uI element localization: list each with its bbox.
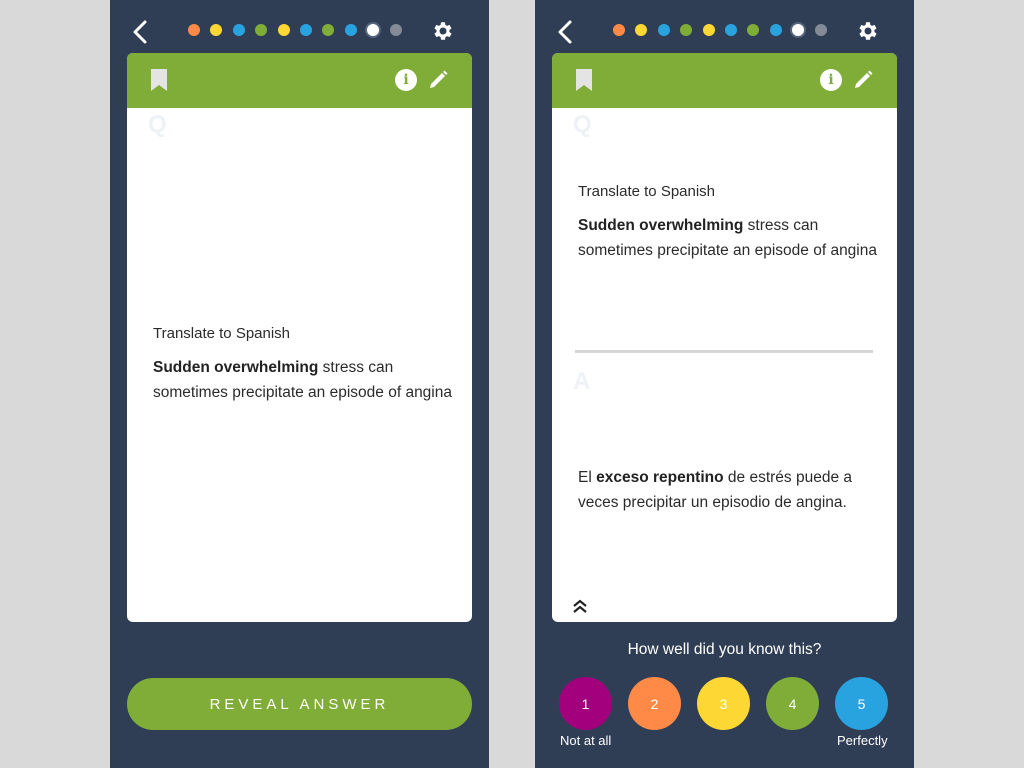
progress-dot-7[interactable]	[747, 24, 760, 36]
top-bar	[110, 0, 489, 56]
settings-button[interactable]	[856, 19, 880, 43]
top-bar	[535, 0, 914, 56]
progress-dot-4[interactable]	[680, 24, 693, 36]
settings-button[interactable]	[431, 19, 455, 43]
rating-button-2[interactable]: 2	[628, 677, 681, 730]
prompt-bold: Sudden overwhelming	[578, 217, 744, 234]
double-chevron-up-icon[interactable]	[571, 598, 589, 614]
card-header: i	[552, 53, 897, 108]
flashcard: i Q Translate to Spanish Sudden overwhel…	[552, 53, 897, 622]
reveal-answer-button[interactable]: REVEAL ANSWER	[127, 678, 472, 730]
progress-dot-8[interactable]	[769, 24, 782, 36]
bookmark-icon[interactable]	[151, 69, 167, 91]
progress-dot-6[interactable]	[299, 24, 312, 36]
progress-dots	[188, 24, 412, 36]
info-icon: i	[828, 72, 834, 88]
progress-dot-2[interactable]	[210, 24, 223, 36]
rating-question: How well did you know this?	[627, 641, 822, 658]
answer-text: El exceso repentino de estrés puede a ve…	[578, 465, 878, 515]
progress-dot-9[interactable]	[792, 24, 805, 36]
progress-dot-4[interactable]	[255, 24, 268, 36]
pencil-icon[interactable]	[853, 70, 873, 90]
prompt-text: Sudden overwhelming stress can sometimes…	[153, 355, 453, 405]
rating-button-5[interactable]: 5	[835, 677, 888, 730]
question-marker: Q	[148, 111, 167, 138]
question-marker: Q	[573, 111, 592, 138]
chevron-left-icon	[133, 20, 147, 44]
progress-dot-2[interactable]	[635, 24, 648, 36]
rating-max-caption: Perfectly	[837, 733, 888, 748]
progress-dot-7[interactable]	[322, 24, 335, 36]
progress-dot-8[interactable]	[344, 24, 357, 36]
progress-dot-10[interactable]	[814, 24, 827, 36]
card-header: i	[127, 53, 472, 108]
progress-dot-9[interactable]	[367, 24, 380, 36]
progress-dot-5[interactable]	[277, 24, 290, 36]
back-button[interactable]	[555, 19, 577, 45]
rating-button-1[interactable]: 1	[559, 677, 612, 730]
prompt-text: Sudden overwhelming stress can sometimes…	[578, 213, 878, 263]
progress-dot-6[interactable]	[724, 24, 737, 36]
prompt-label: Translate to Spanish	[578, 183, 716, 200]
answer-marker: A	[573, 368, 591, 395]
progress-dot-1[interactable]	[613, 24, 625, 36]
progress-dot-5[interactable]	[702, 24, 715, 36]
qa-divider	[575, 350, 873, 353]
rating-button-3[interactable]: 3	[697, 677, 750, 730]
progress-dot-3[interactable]	[232, 24, 245, 36]
answer-prefix: El	[578, 469, 597, 486]
prompt-bold: Sudden overwhelming	[153, 359, 319, 376]
bookmark-icon[interactable]	[576, 69, 592, 91]
back-button[interactable]	[130, 19, 152, 45]
question-screen: i Q Translate to Spanish Sudden overwhel…	[110, 0, 489, 768]
rating-buttons: 1 2 3 4 5	[559, 677, 889, 730]
info-icon: i	[403, 72, 409, 88]
gear-icon	[434, 22, 452, 40]
gear-icon	[859, 22, 877, 40]
prompt-label: Translate to Spanish	[153, 325, 291, 342]
pencil-icon[interactable]	[428, 70, 448, 90]
info-button[interactable]: i	[820, 69, 842, 91]
progress-dot-3[interactable]	[657, 24, 670, 36]
answer-screen: i Q Translate to Spanish Sudden overwhel…	[535, 0, 914, 768]
chevron-left-icon	[558, 20, 572, 44]
rating-min-caption: Not at all	[560, 733, 612, 748]
progress-dot-10[interactable]	[389, 24, 402, 36]
progress-dots	[613, 24, 837, 36]
progress-dot-1[interactable]	[188, 24, 200, 36]
info-button[interactable]: i	[395, 69, 417, 91]
flashcard: i Q Translate to Spanish Sudden overwhel…	[127, 53, 472, 622]
answer-bold: exceso repentino	[596, 469, 724, 486]
rating-button-4[interactable]: 4	[766, 677, 819, 730]
